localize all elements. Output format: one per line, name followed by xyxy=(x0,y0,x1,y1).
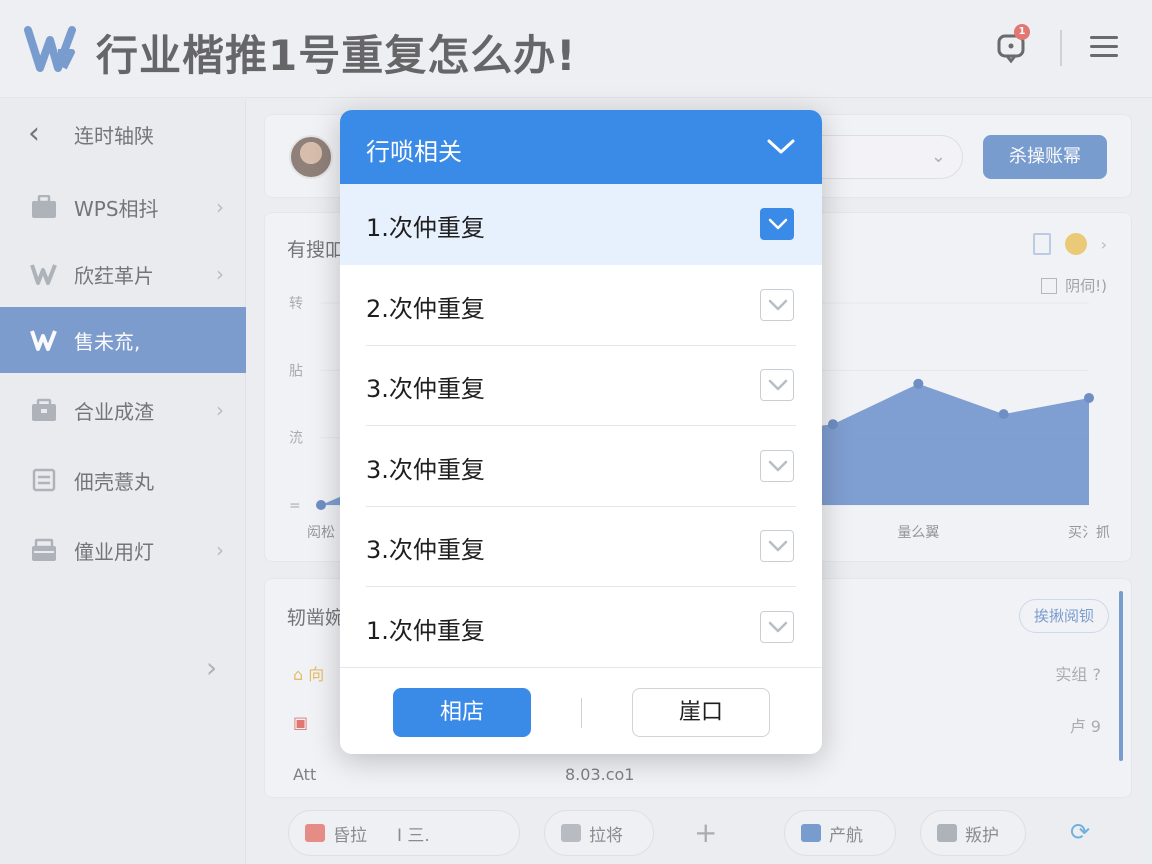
dialog-option[interactable]: 3.次仲重复 xyxy=(340,506,822,587)
footer-divider xyxy=(581,698,582,728)
dialog-option[interactable]: 2.次仲重复 xyxy=(340,265,822,346)
option-label: 3.次仲重复 xyxy=(366,375,485,403)
cancel-button[interactable]: 崖口 xyxy=(632,688,770,737)
dialog-footer: 相店 崖口 xyxy=(340,667,822,754)
option-label: 1.次仲重复 xyxy=(366,616,485,645)
dialog-option[interactable]: 3.次仲重复 xyxy=(340,426,822,507)
dialog-option[interactable]: 1.次仲重复 xyxy=(340,587,822,668)
chevron-down-icon[interactable] xyxy=(760,369,794,401)
dialog-header: 行唢相关 xyxy=(340,110,822,184)
confirm-button[interactable]: 相店 xyxy=(393,688,531,737)
checkbox-checked-icon[interactable] xyxy=(760,208,794,240)
dialog-option[interactable]: 3.次仲重复 xyxy=(340,345,822,426)
chevron-down-icon[interactable] xyxy=(760,288,794,321)
dialog-option[interactable]: 1.次仲重复 xyxy=(340,184,822,265)
option-label: 3.次仲重复 xyxy=(366,536,485,564)
option-label: 3.次仲重复 xyxy=(366,455,485,484)
chevron-down-icon[interactable] xyxy=(766,134,796,158)
chevron-down-icon[interactable] xyxy=(760,610,794,643)
dialog-title: 行唢相关 xyxy=(366,138,462,166)
select-dialog: 行唢相关 1.次仲重复 2.次仲重复 3.次仲重复 3.次仲重复 3.次仲重复 1.次仲重… xyxy=(340,110,822,754)
option-label: 2.次仲重复 xyxy=(366,294,485,323)
chevron-down-icon[interactable] xyxy=(760,449,794,482)
chevron-down-icon[interactable] xyxy=(760,530,794,562)
option-label: 1.次仲重复 xyxy=(366,214,485,242)
